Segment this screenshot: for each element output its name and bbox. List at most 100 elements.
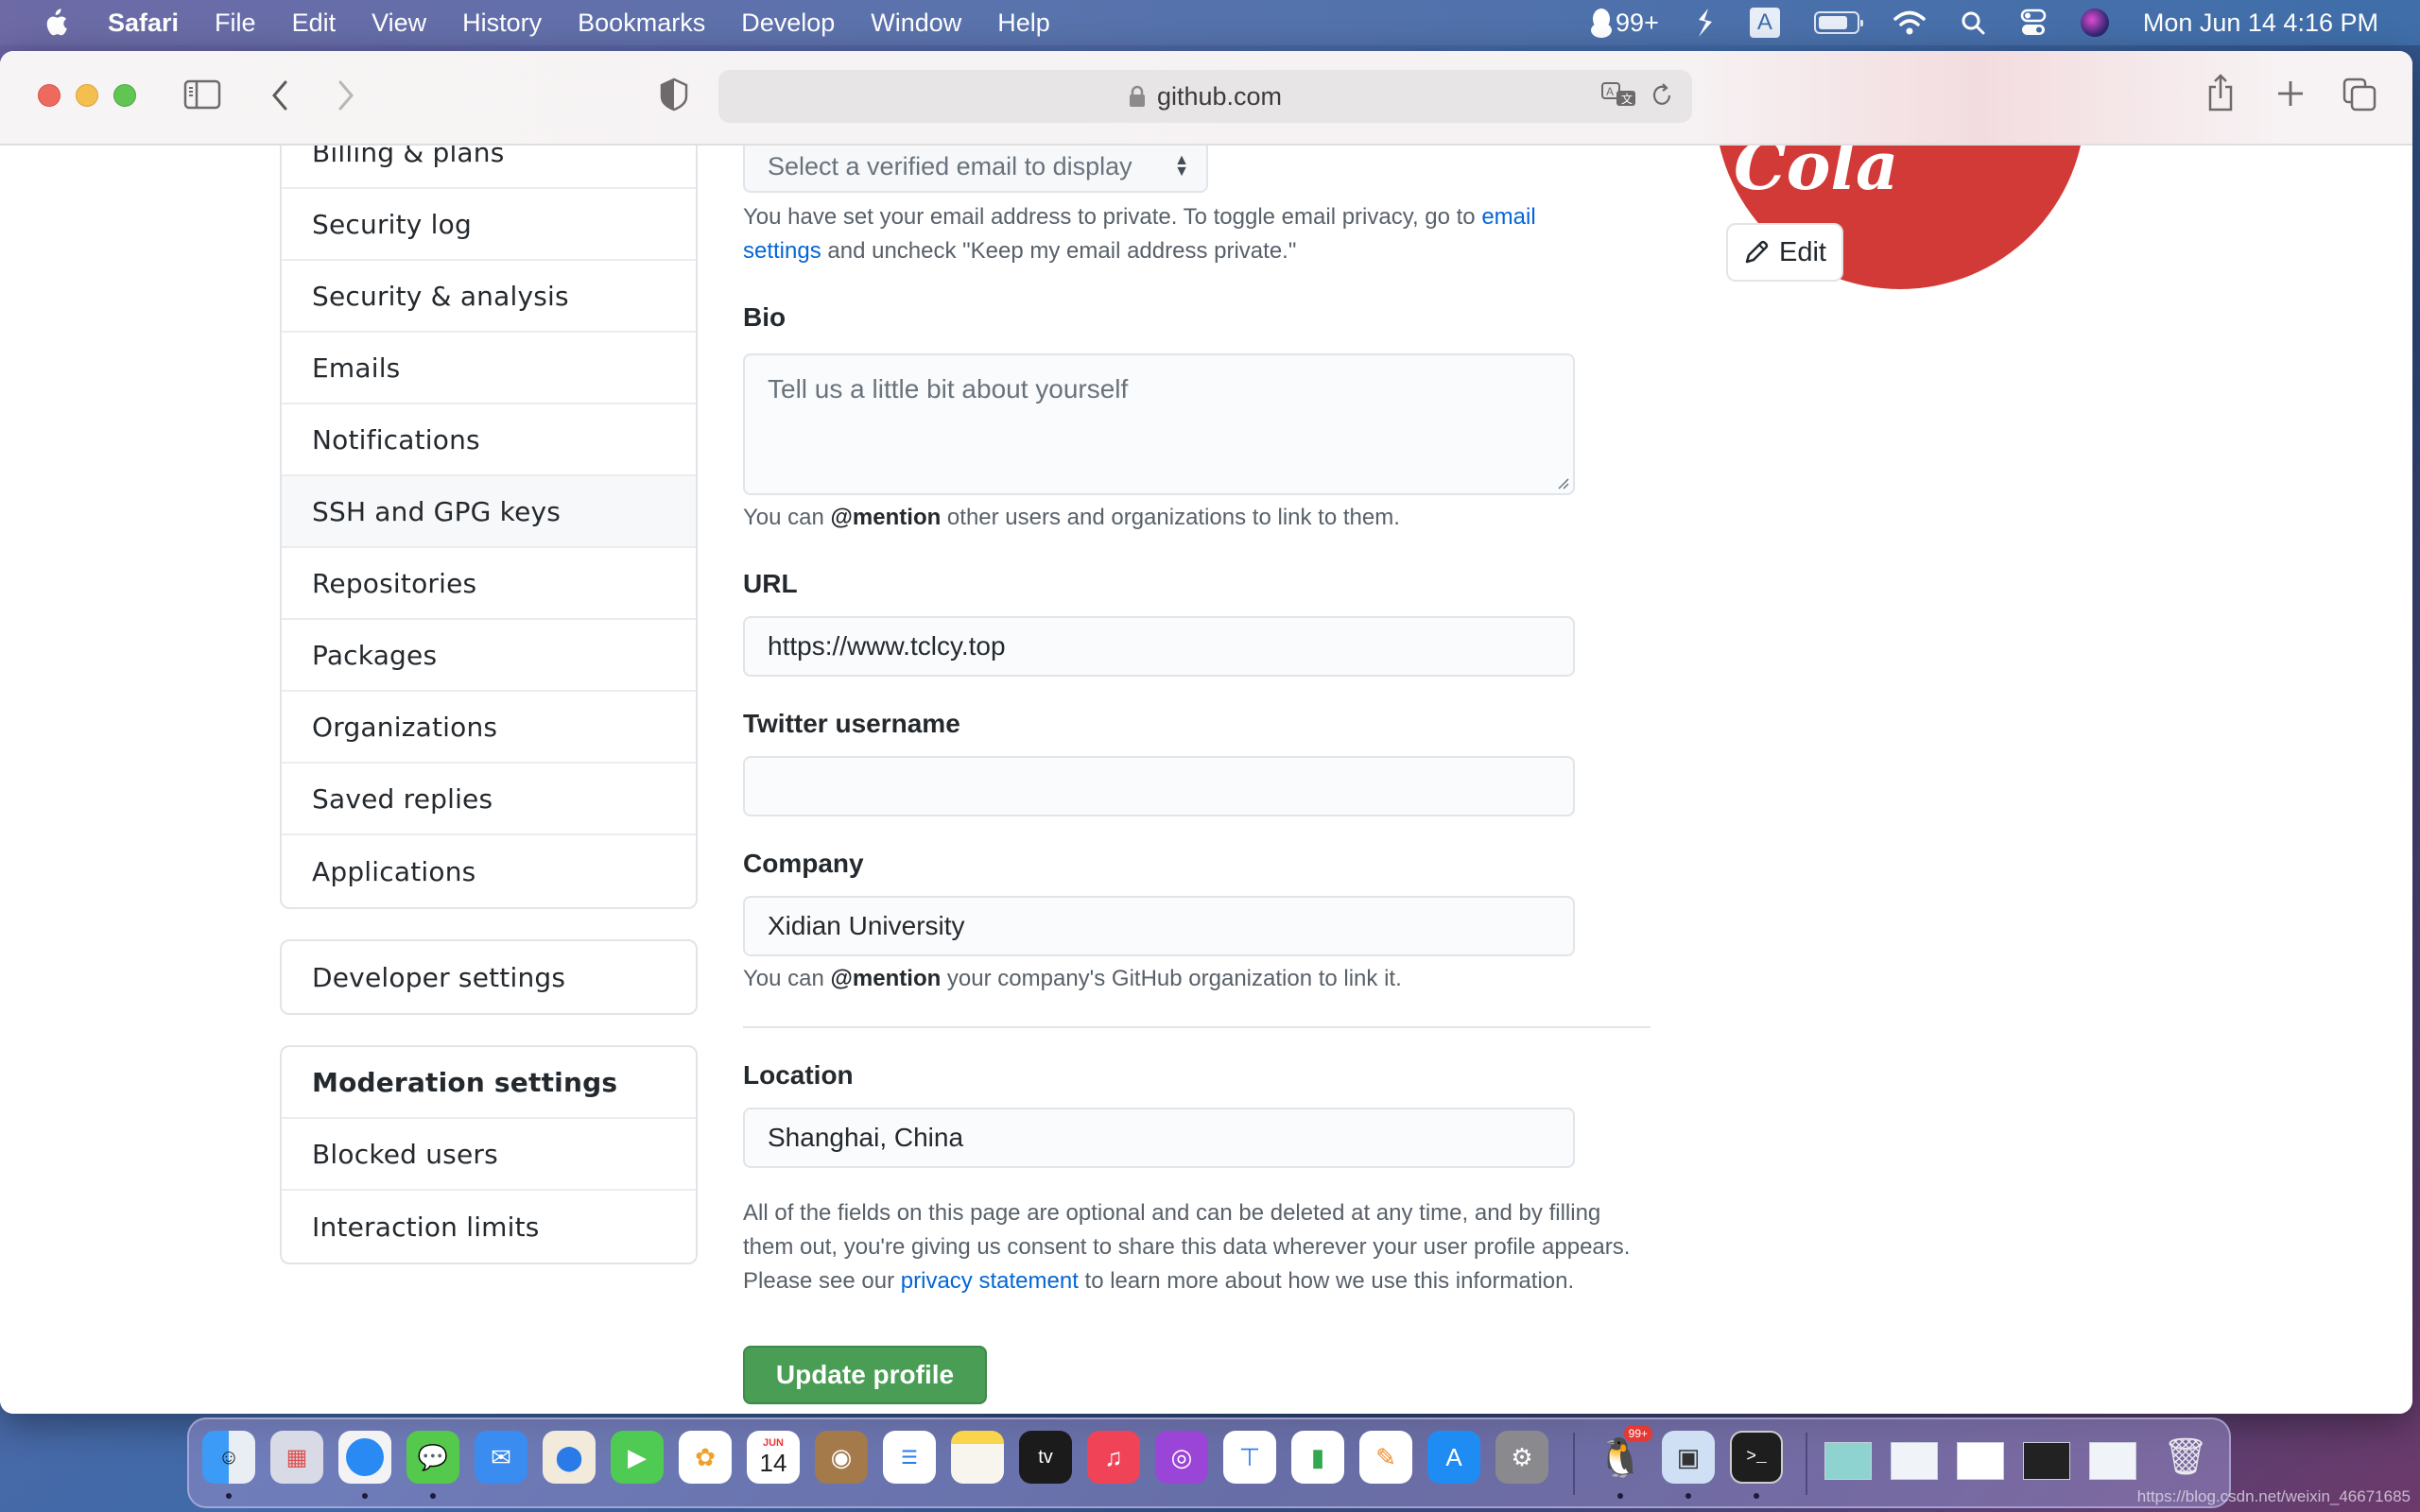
minimized-window-4[interactable] — [2023, 1442, 2070, 1480]
apple-menu-icon[interactable] — [42, 7, 70, 39]
menubar-clock[interactable]: Mon Jun 14 4:16 PM — [2143, 9, 2378, 38]
dock-finder[interactable]: ☺ — [202, 1431, 255, 1484]
contacts-icon: ◉ — [830, 1442, 853, 1471]
dock-launchpad[interactable]: ▦ — [270, 1431, 323, 1484]
menu-history[interactable]: History — [462, 9, 542, 38]
dock-maps[interactable]: ⬤ — [543, 1431, 596, 1484]
keynote-icon: ⊤ — [1238, 1442, 1261, 1471]
sidebar-item-emails[interactable]: Emails — [282, 333, 696, 404]
dock-system-preferences[interactable]: ⚙ — [1495, 1431, 1548, 1484]
sidebar-item-blocked-users[interactable]: Blocked users — [282, 1119, 696, 1191]
minimized-window-2[interactable] — [1891, 1442, 1938, 1480]
dock-facetime[interactable]: ▶ — [611, 1431, 664, 1484]
tab-overview-button[interactable] — [2342, 77, 2377, 112]
maps-icon: ⬤ — [555, 1442, 583, 1471]
menu-develop[interactable]: Develop — [741, 9, 835, 38]
dock-music[interactable]: ♫ — [1087, 1431, 1140, 1484]
sidebar-item-packages[interactable]: Packages — [282, 620, 696, 692]
twitter-username-input[interactable] — [743, 756, 1575, 816]
bio-textarea[interactable]: Tell us a little bit about yourself — [743, 353, 1575, 495]
dock-keynote[interactable]: ⊤ — [1223, 1431, 1276, 1484]
edit-avatar-button[interactable]: Edit — [1726, 223, 1843, 282]
preview-running-indicator — [1685, 1493, 1691, 1499]
sidebar-item-developer-settings[interactable]: Developer settings — [282, 941, 696, 1013]
dock-notes[interactable] — [951, 1431, 1004, 1484]
spotlight-search-icon[interactable] — [1960, 9, 1986, 36]
sidebar-item-notifications[interactable]: Notifications — [282, 404, 696, 476]
dock-safari[interactable] — [338, 1431, 391, 1484]
sidebar-item-billing-plans[interactable]: Billing & plans — [282, 146, 696, 189]
forward-button[interactable] — [335, 79, 357, 112]
window-close-button[interactable] — [38, 84, 60, 107]
menu-window[interactable]: Window — [871, 9, 961, 38]
minimized-window-5[interactable] — [2089, 1442, 2136, 1480]
feather-app-icon[interactable] — [1693, 7, 1716, 39]
privacy-report-button[interactable] — [660, 77, 688, 112]
reload-icon[interactable] — [1651, 81, 1673, 110]
resize-handle-icon[interactable] — [1556, 476, 1569, 490]
translate-icon[interactable]: A文 — [1601, 81, 1637, 110]
public-email-select[interactable]: Select a verified email to display ▲ ▼ — [743, 146, 1208, 193]
sidebar-toggle-button[interactable] — [183, 79, 221, 110]
company-input[interactable]: Xidian University — [743, 896, 1575, 956]
menu-bookmarks[interactable]: Bookmarks — [578, 9, 705, 38]
trash-icon: 🗑 — [2162, 1437, 2209, 1477]
dock-calendar[interactable]: JUN 14 — [747, 1431, 800, 1484]
qq-status-item[interactable]: 99+ — [1589, 8, 1659, 38]
dock-mail[interactable]: ✉ — [475, 1431, 527, 1484]
svg-text:A: A — [1606, 85, 1614, 98]
dock-tv[interactable]: tv — [1019, 1431, 1072, 1484]
window-minimize-button[interactable] — [76, 84, 98, 107]
dock-qq[interactable]: 🐧 99+ — [1594, 1425, 1652, 1484]
location-input[interactable]: Shanghai, China — [743, 1108, 1575, 1168]
shield-icon — [660, 77, 688, 112]
dock-trash[interactable]: 🗑 — [2159, 1431, 2212, 1484]
sidebar-item-security-analysis[interactable]: Security & analysis — [282, 261, 696, 333]
developer-settings-menu: Developer settings — [280, 939, 698, 1015]
company-note-mention: @mention — [830, 966, 942, 991]
update-profile-button[interactable]: Update profile — [743, 1346, 987, 1404]
address-bar[interactable]: github.com A文 — [718, 70, 1692, 123]
menu-view[interactable]: View — [372, 9, 426, 38]
bio-note-prefix: You can — [743, 505, 831, 530]
dock-photos[interactable]: ✿ — [679, 1431, 732, 1484]
dock-numbers[interactable]: ▮ — [1291, 1431, 1344, 1484]
back-button[interactable] — [268, 79, 291, 112]
sidebar-item-repositories[interactable]: Repositories — [282, 548, 696, 620]
control-center-icon[interactable] — [2020, 9, 2047, 37]
menu-file[interactable]: File — [215, 9, 256, 38]
battery-icon[interactable] — [1813, 11, 1863, 34]
sidebar-item-ssh-and-gpg-keys[interactable]: SSH and GPG keys — [282, 476, 696, 548]
share-button[interactable] — [2206, 74, 2235, 112]
dock-pages[interactable]: ✎ — [1359, 1431, 1412, 1484]
minimized-window-3[interactable] — [1957, 1442, 2004, 1480]
dock-preview[interactable]: ▣ — [1662, 1431, 1715, 1484]
facetime-camera-icon: ▶ — [628, 1442, 647, 1471]
moderation-settings-heading: Moderation settings — [282, 1047, 696, 1119]
sidebar-item-interaction-limits[interactable]: Interaction limits — [282, 1191, 696, 1263]
dock-podcasts[interactable]: ◎ — [1155, 1431, 1208, 1484]
dock-terminal[interactable]: >_ — [1730, 1431, 1783, 1484]
dock-reminders[interactable]: ☰ — [883, 1431, 936, 1484]
window-fullscreen-button[interactable] — [113, 84, 136, 107]
tabs-overview-icon — [2342, 77, 2377, 112]
menu-app-safari[interactable]: Safari — [108, 9, 179, 38]
privacy-statement-link[interactable]: privacy statement — [901, 1268, 1079, 1294]
siri-icon[interactable] — [2080, 9, 2109, 37]
new-tab-button[interactable] — [2276, 79, 2305, 108]
url-input[interactable]: https://www.tclcy.top — [743, 616, 1575, 677]
dock-messages[interactable]: 💬 — [406, 1431, 459, 1484]
sidebar-item-applications[interactable]: Applications — [282, 835, 696, 907]
menu-help[interactable]: Help — [997, 9, 1050, 38]
sidebar-item-security-log[interactable]: Security log — [282, 189, 696, 261]
minimized-window-1[interactable] — [1824, 1442, 1872, 1480]
dock-app-store[interactable]: A — [1427, 1431, 1480, 1484]
input-method-indicator[interactable]: A — [1749, 8, 1780, 38]
menu-edit[interactable]: Edit — [292, 9, 337, 38]
sidebar-item-saved-replies[interactable]: Saved replies — [282, 764, 696, 835]
section-divider — [743, 1026, 1651, 1028]
wifi-icon[interactable] — [1893, 9, 1926, 36]
qq-count: 99+ — [1616, 8, 1659, 37]
sidebar-item-organizations[interactable]: Organizations — [282, 692, 696, 764]
dock-contacts[interactable]: ◉ — [815, 1431, 868, 1484]
